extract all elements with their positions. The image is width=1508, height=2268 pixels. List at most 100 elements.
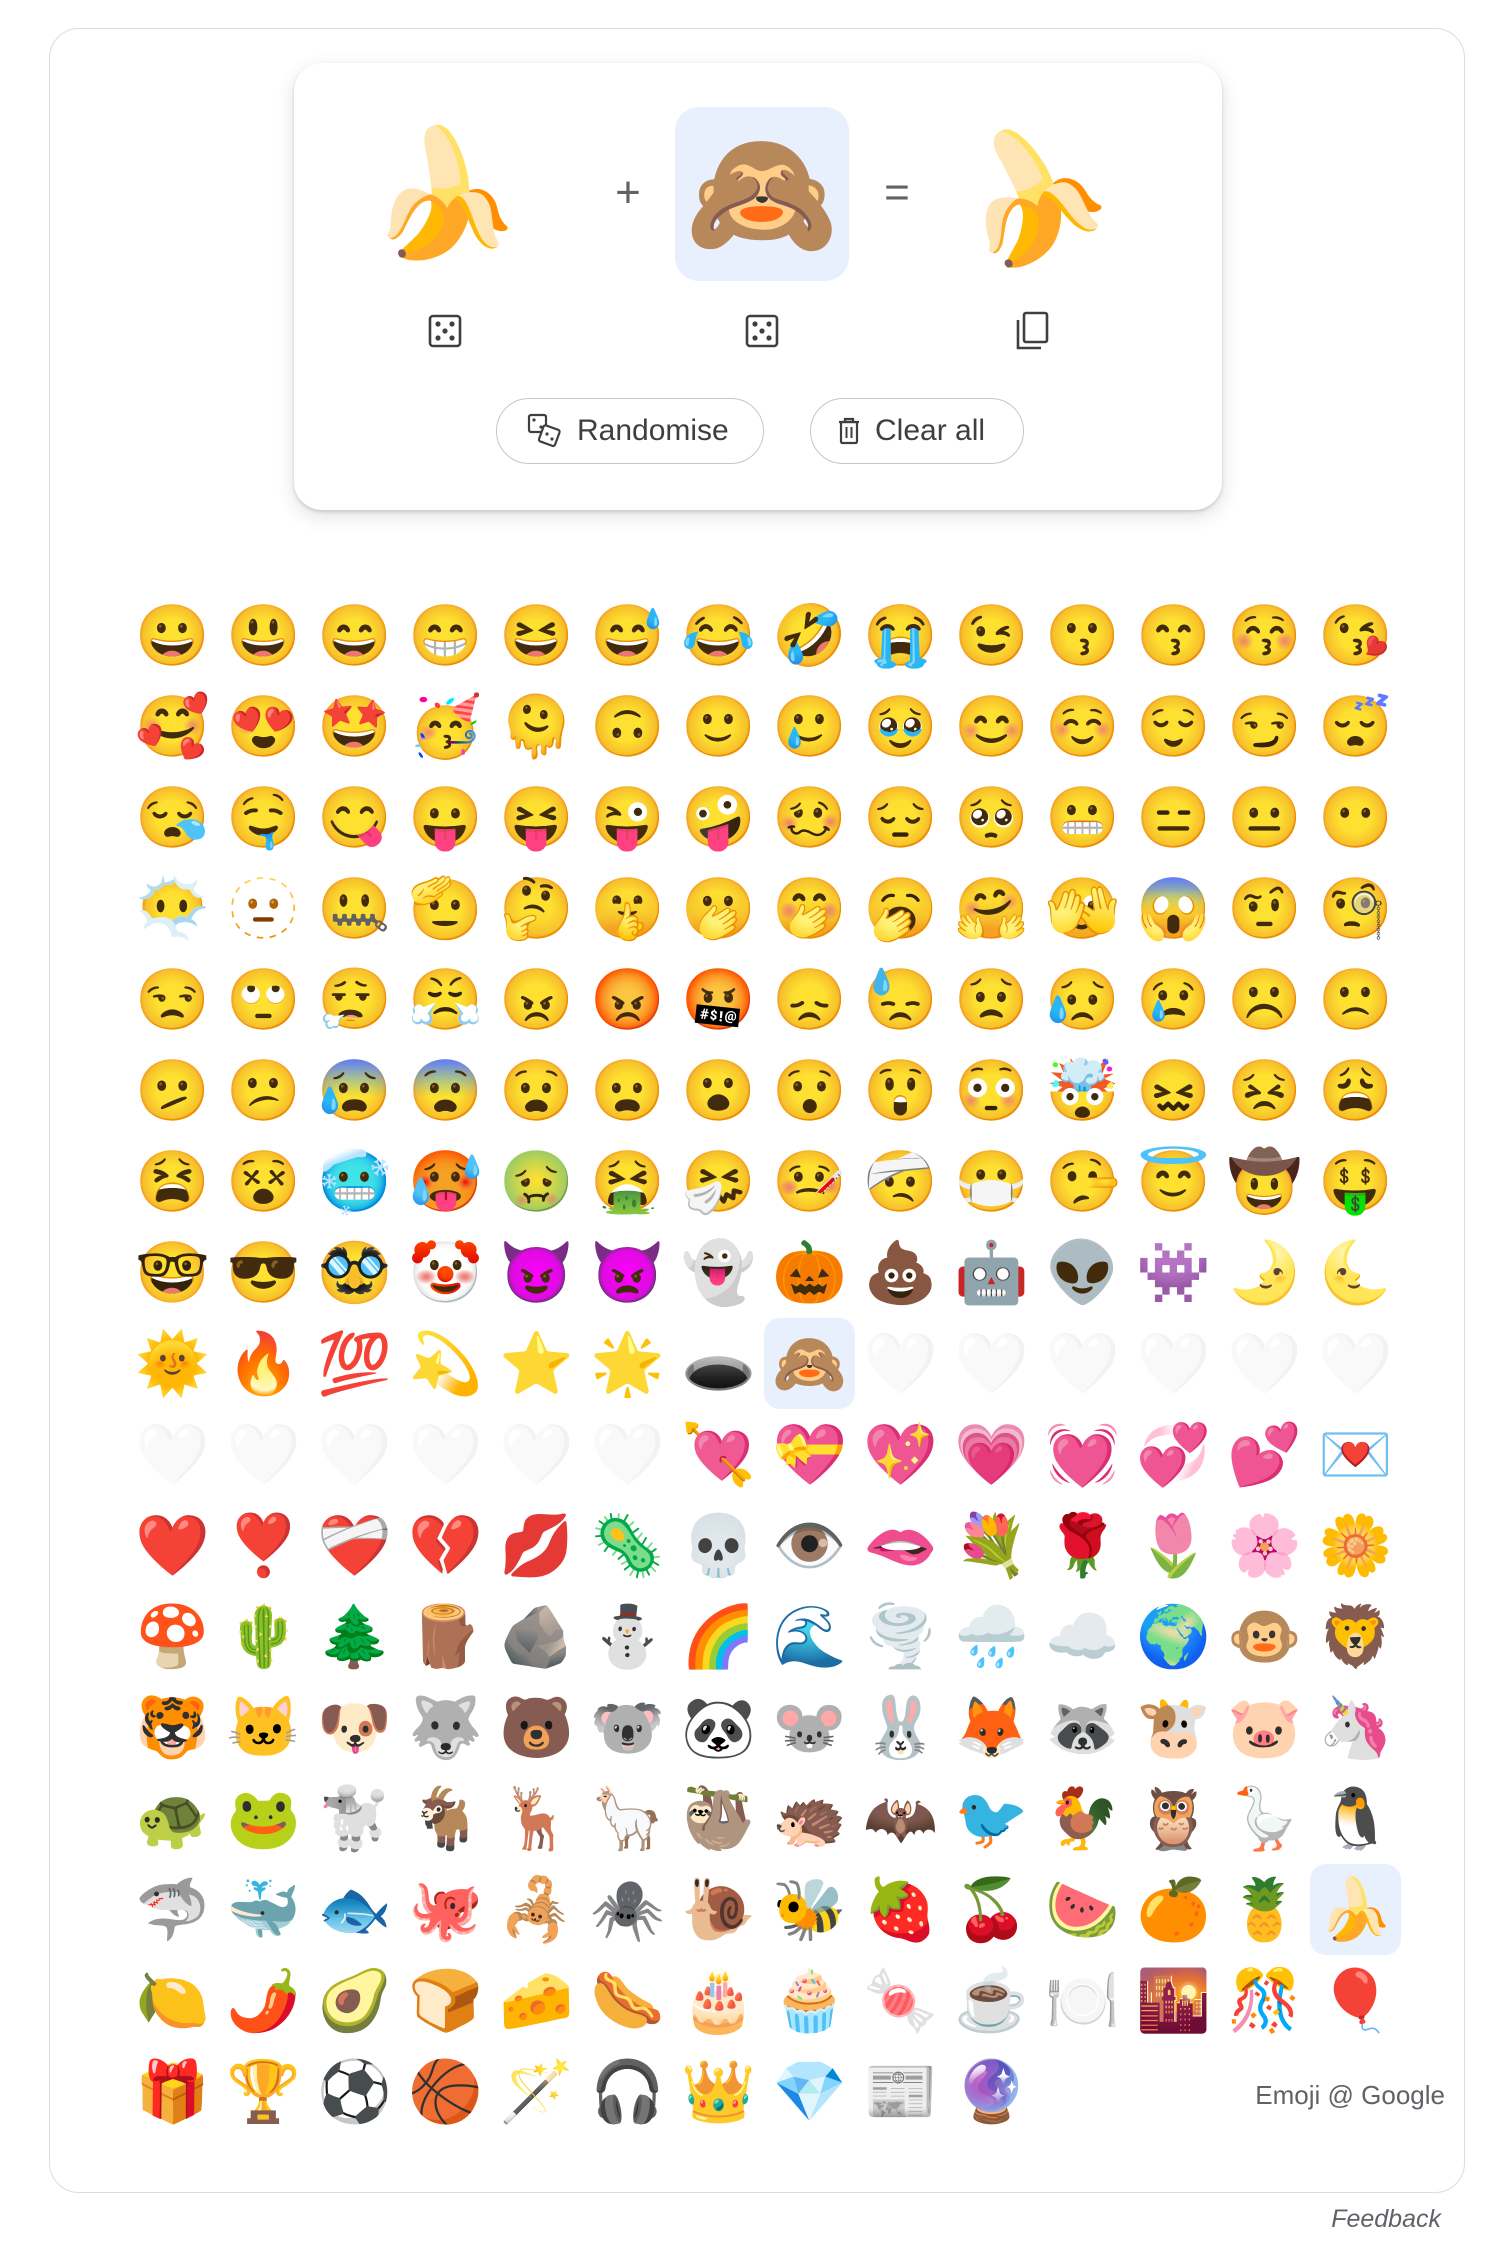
- emoji-option[interactable]: 😏: [1219, 681, 1310, 772]
- emoji-option[interactable]: 🐯: [127, 1682, 218, 1773]
- emoji-option[interactable]: 💩: [855, 1227, 946, 1318]
- emoji-option[interactable]: 🐩: [309, 1773, 400, 1864]
- emoji-option[interactable]: 👁️: [764, 1500, 855, 1591]
- emoji-option[interactable]: 🙈: [764, 1318, 855, 1409]
- emoji-option[interactable]: 🐐: [400, 1773, 491, 1864]
- emoji-option[interactable]: 🤩: [309, 681, 400, 772]
- copy-icon[interactable]: [1008, 307, 1056, 355]
- emoji-option[interactable]: 😍: [218, 681, 309, 772]
- emoji-option[interactable]: 😅: [582, 590, 673, 681]
- emoji-option[interactable]: 😢: [1128, 954, 1219, 1045]
- emoji-option[interactable]: 🫣: [1037, 863, 1128, 954]
- randomise-right-dice-icon[interactable]: [738, 307, 786, 355]
- emoji-option[interactable]: 🍌: [1310, 1864, 1401, 1955]
- emoji-option[interactable]: 🍓: [855, 1864, 946, 1955]
- emoji-option[interactable]: 😘: [1310, 590, 1401, 681]
- emoji-option[interactable]: 🤖: [946, 1227, 1037, 1318]
- emoji-option[interactable]: 🐟: [309, 1864, 400, 1955]
- emoji-option[interactable]: 📰: [855, 2046, 946, 2137]
- emoji-option[interactable]: 🎧: [582, 2046, 673, 2137]
- emoji-option[interactable]: 😊: [946, 681, 1037, 772]
- emoji-option[interactable]: 🍉: [1037, 1864, 1128, 1955]
- randomise-button[interactable]: Randomise: [496, 398, 764, 464]
- emoji-option[interactable]: 🐨: [582, 1682, 673, 1773]
- emoji-option[interactable]: 😬: [1037, 772, 1128, 863]
- emoji-option[interactable]: 👿: [582, 1227, 673, 1318]
- emoji-option[interactable]: 🦊: [946, 1682, 1037, 1773]
- emoji-option[interactable]: 🐭: [764, 1682, 855, 1773]
- emoji-option[interactable]: 🥑: [309, 1955, 400, 2046]
- emoji-option[interactable]: 😡: [582, 954, 673, 1045]
- emoji-option[interactable]: 🐺: [400, 1682, 491, 1773]
- emoji-option[interactable]: 😱: [1128, 863, 1219, 954]
- emoji-option[interactable]: 👽: [1037, 1227, 1128, 1318]
- emoji-option[interactable]: 🍍: [1219, 1864, 1310, 1955]
- emoji-option[interactable]: 😙: [1128, 590, 1219, 681]
- emoji-option[interactable]: 😃: [218, 590, 309, 681]
- emoji-option[interactable]: 💔: [400, 1500, 491, 1591]
- emoji-option[interactable]: 🏀: [400, 2046, 491, 2137]
- emoji-option[interactable]: 😤: [400, 954, 491, 1045]
- emoji-option[interactable]: 😇: [1128, 1136, 1219, 1227]
- emoji-option[interactable]: 🍬: [855, 1955, 946, 2046]
- emoji-option[interactable]: 🌈: [673, 1591, 764, 1682]
- emoji-option[interactable]: 🦙: [582, 1773, 673, 1864]
- emoji-option[interactable]: ☁️: [1037, 1591, 1128, 1682]
- emoji-option[interactable]: 🐝: [764, 1864, 855, 1955]
- emoji-option[interactable]: 😀: [127, 590, 218, 681]
- emoji-option[interactable]: 💫: [400, 1318, 491, 1409]
- emoji-option[interactable]: 🤔: [491, 863, 582, 954]
- emoji-option[interactable]: 🍞: [400, 1955, 491, 2046]
- emoji-option[interactable]: 😟: [946, 954, 1037, 1045]
- emoji-option[interactable]: 💀: [673, 1500, 764, 1591]
- emoji-option[interactable]: 🦁: [1310, 1591, 1401, 1682]
- emoji-option[interactable]: 😳: [946, 1045, 1037, 1136]
- emoji-option[interactable]: 💞: [1128, 1409, 1219, 1500]
- emoji-option[interactable]: 🥹: [855, 681, 946, 772]
- emoji-option[interactable]: 💋: [491, 1500, 582, 1591]
- emoji-option[interactable]: 😁: [400, 590, 491, 681]
- emoji-option[interactable]: 🙂: [673, 681, 764, 772]
- emoji-option[interactable]: 😄: [309, 590, 400, 681]
- emoji-option[interactable]: ❤️: [127, 1500, 218, 1591]
- emoji-option[interactable]: 🐸: [218, 1773, 309, 1864]
- emoji-option[interactable]: 🙄: [218, 954, 309, 1045]
- emoji-option[interactable]: 🥲: [764, 681, 855, 772]
- emoji-option[interactable]: 🌊: [764, 1591, 855, 1682]
- emoji-option[interactable]: 🍒: [946, 1864, 1037, 1955]
- emoji-option[interactable]: 😭: [855, 590, 946, 681]
- emoji-option[interactable]: 💗: [946, 1409, 1037, 1500]
- emoji-option[interactable]: 🔥: [218, 1318, 309, 1409]
- emoji-option[interactable]: 😮‍💨: [309, 954, 400, 1045]
- emoji-option[interactable]: 😚: [1219, 590, 1310, 681]
- emoji-option[interactable]: 🐷: [1219, 1682, 1310, 1773]
- emoji-option[interactable]: 😯: [764, 1045, 855, 1136]
- emoji-option[interactable]: 🌧️: [946, 1591, 1037, 1682]
- emoji-option[interactable]: 😆: [491, 590, 582, 681]
- emoji-option[interactable]: 😓: [855, 954, 946, 1045]
- emoji-option[interactable]: 🐙: [400, 1864, 491, 1955]
- emoji-option[interactable]: 🤨: [1219, 863, 1310, 954]
- emoji-option[interactable]: 🐧: [1310, 1773, 1401, 1864]
- emoji-option[interactable]: 😥: [1037, 954, 1128, 1045]
- emoji-option[interactable]: 😨: [400, 1045, 491, 1136]
- emoji-option[interactable]: ⭐: [491, 1318, 582, 1409]
- emoji-option[interactable]: 🥺: [946, 772, 1037, 863]
- emoji-option[interactable]: 🫢: [673, 863, 764, 954]
- emoji-option[interactable]: 😎: [218, 1227, 309, 1318]
- emoji-option[interactable]: 😵: [218, 1136, 309, 1227]
- emoji-option[interactable]: 🦂: [491, 1864, 582, 1955]
- emoji-option[interactable]: 🤠: [1219, 1136, 1310, 1227]
- emoji-option[interactable]: 😔: [855, 772, 946, 863]
- emoji-option[interactable]: 🌷: [1128, 1500, 1219, 1591]
- emoji-option[interactable]: 🤫: [582, 863, 673, 954]
- emoji-option[interactable]: 🦌: [491, 1773, 582, 1864]
- emoji-option[interactable]: ❣️: [218, 1500, 309, 1591]
- emoji-option[interactable]: 😂: [673, 590, 764, 681]
- emoji-option[interactable]: ☹️: [1219, 954, 1310, 1045]
- emoji-option[interactable]: 😑: [1128, 772, 1219, 863]
- emoji-option[interactable]: 🫥: [218, 863, 309, 954]
- emoji-option[interactable]: 🌇: [1128, 1955, 1219, 2046]
- emoji-option[interactable]: 🤬: [673, 954, 764, 1045]
- emoji-option[interactable]: 🌛: [1219, 1227, 1310, 1318]
